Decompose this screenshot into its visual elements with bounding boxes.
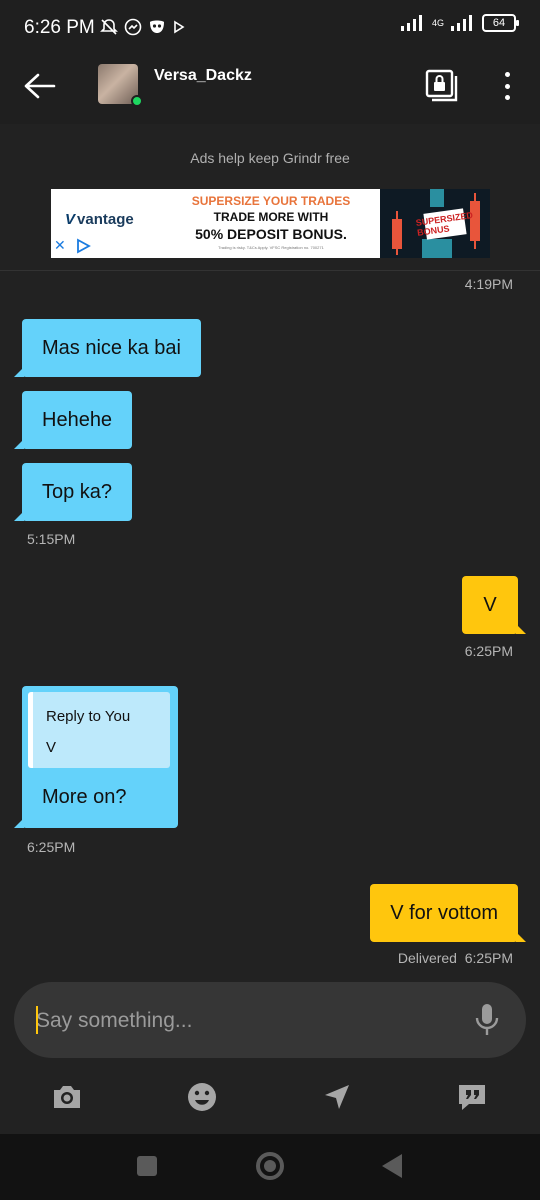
back-arrow-icon[interactable] bbox=[22, 70, 58, 102]
message-text: More on? bbox=[42, 786, 127, 808]
signal-icon bbox=[400, 15, 422, 31]
muted-bell-icon bbox=[100, 19, 118, 35]
battery-icon: 64 bbox=[482, 14, 519, 32]
chat-header: Versa_Dackz bbox=[0, 52, 540, 124]
home-button[interactable] bbox=[256, 1152, 284, 1180]
outgoing-message[interactable]: V bbox=[462, 576, 526, 634]
ad-badge: SUPERSIZED BONUS bbox=[415, 208, 474, 240]
message-timestamp: 6:25PM bbox=[27, 839, 76, 855]
incoming-message[interactable]: Top ka? bbox=[13, 463, 133, 521]
status-right: 4G 64 bbox=[400, 14, 519, 32]
chat-screen: 6:26 PM 4G 64 Versa_Dackz Ads help keep … bbox=[0, 0, 540, 1200]
network-type: 4G bbox=[431, 17, 444, 28]
system-back-button[interactable] bbox=[382, 1154, 402, 1178]
message-timestamp: 5:15PM bbox=[27, 531, 76, 547]
saved-phrases-icon[interactable] bbox=[455, 1080, 489, 1114]
signal-icon-2 bbox=[451, 15, 472, 31]
more-options-icon[interactable] bbox=[496, 70, 518, 102]
message-timestamp: 4:19PM bbox=[464, 276, 513, 292]
quoted-reply[interactable]: Reply to You V bbox=[28, 692, 170, 768]
ad-divider bbox=[0, 270, 540, 271]
ad-close-icon[interactable]: ✕ bbox=[54, 237, 66, 254]
ad-line-1: SUPERSIZE YOUR TRADES bbox=[191, 194, 351, 208]
system-nav-bar bbox=[0, 1134, 540, 1200]
status-time: 6:26 PM bbox=[24, 17, 95, 38]
play-icon bbox=[174, 20, 185, 34]
ad-banner[interactable]: Vvantage SUPERSIZE YOUR TRADES TRADE MOR… bbox=[51, 189, 490, 258]
message-text: V for vottom bbox=[390, 902, 498, 924]
private-album-icon[interactable] bbox=[424, 68, 460, 104]
ad-fineprint: Trading is risky. T&Cs Apply. VFSC Regis… bbox=[218, 245, 324, 250]
delivery-status: Delivered 6:25PM bbox=[397, 950, 513, 966]
ad-copy: SUPERSIZE YOUR TRADES TRADE MORE WITH 50… bbox=[161, 194, 381, 250]
reply-body: V bbox=[46, 739, 57, 756]
ad-brand-logo: Vvantage bbox=[65, 211, 134, 228]
message-composer bbox=[14, 982, 526, 1058]
ad-choices-icon[interactable] bbox=[75, 238, 91, 254]
microphone-icon[interactable] bbox=[474, 1002, 500, 1038]
outgoing-message[interactable]: V for vottom bbox=[370, 884, 526, 942]
profile-name[interactable]: Versa_Dackz bbox=[154, 67, 252, 85]
ad-notice: Ads help keep Grindr free bbox=[190, 150, 350, 166]
message-text: Top ka? bbox=[42, 481, 113, 503]
recents-button[interactable] bbox=[137, 1156, 157, 1176]
camera-icon[interactable] bbox=[50, 1080, 84, 1114]
notification-icons bbox=[100, 18, 186, 36]
text-caret bbox=[36, 1006, 38, 1034]
message-text: Hehehe bbox=[42, 409, 113, 431]
ad-brand: vantage bbox=[77, 211, 134, 228]
message-timestamp: 6:25PM bbox=[464, 643, 513, 659]
ad-line-3: 50% DEPOSIT BONUS. bbox=[195, 226, 347, 242]
incoming-message[interactable]: Mas nice ka bai bbox=[14, 319, 201, 377]
grindr-mask-icon bbox=[150, 20, 164, 33]
reply-title: Reply to You bbox=[46, 708, 131, 725]
emoji-icon[interactable] bbox=[185, 1080, 219, 1114]
online-indicator bbox=[131, 95, 143, 107]
status-bar: 6:26 PM 4G 64 bbox=[0, 0, 540, 52]
incoming-reply-message[interactable]: Reply to You V More on? bbox=[14, 686, 178, 828]
messenger-icon bbox=[124, 18, 142, 36]
incoming-message[interactable]: Hehehe bbox=[13, 391, 133, 449]
message-text: V bbox=[483, 594, 497, 616]
location-icon[interactable] bbox=[320, 1080, 354, 1114]
message-text: Mas nice ka bai bbox=[42, 337, 181, 359]
message-input[interactable] bbox=[36, 1006, 456, 1036]
ad-line-2: TRADE MORE WITH bbox=[213, 210, 329, 224]
